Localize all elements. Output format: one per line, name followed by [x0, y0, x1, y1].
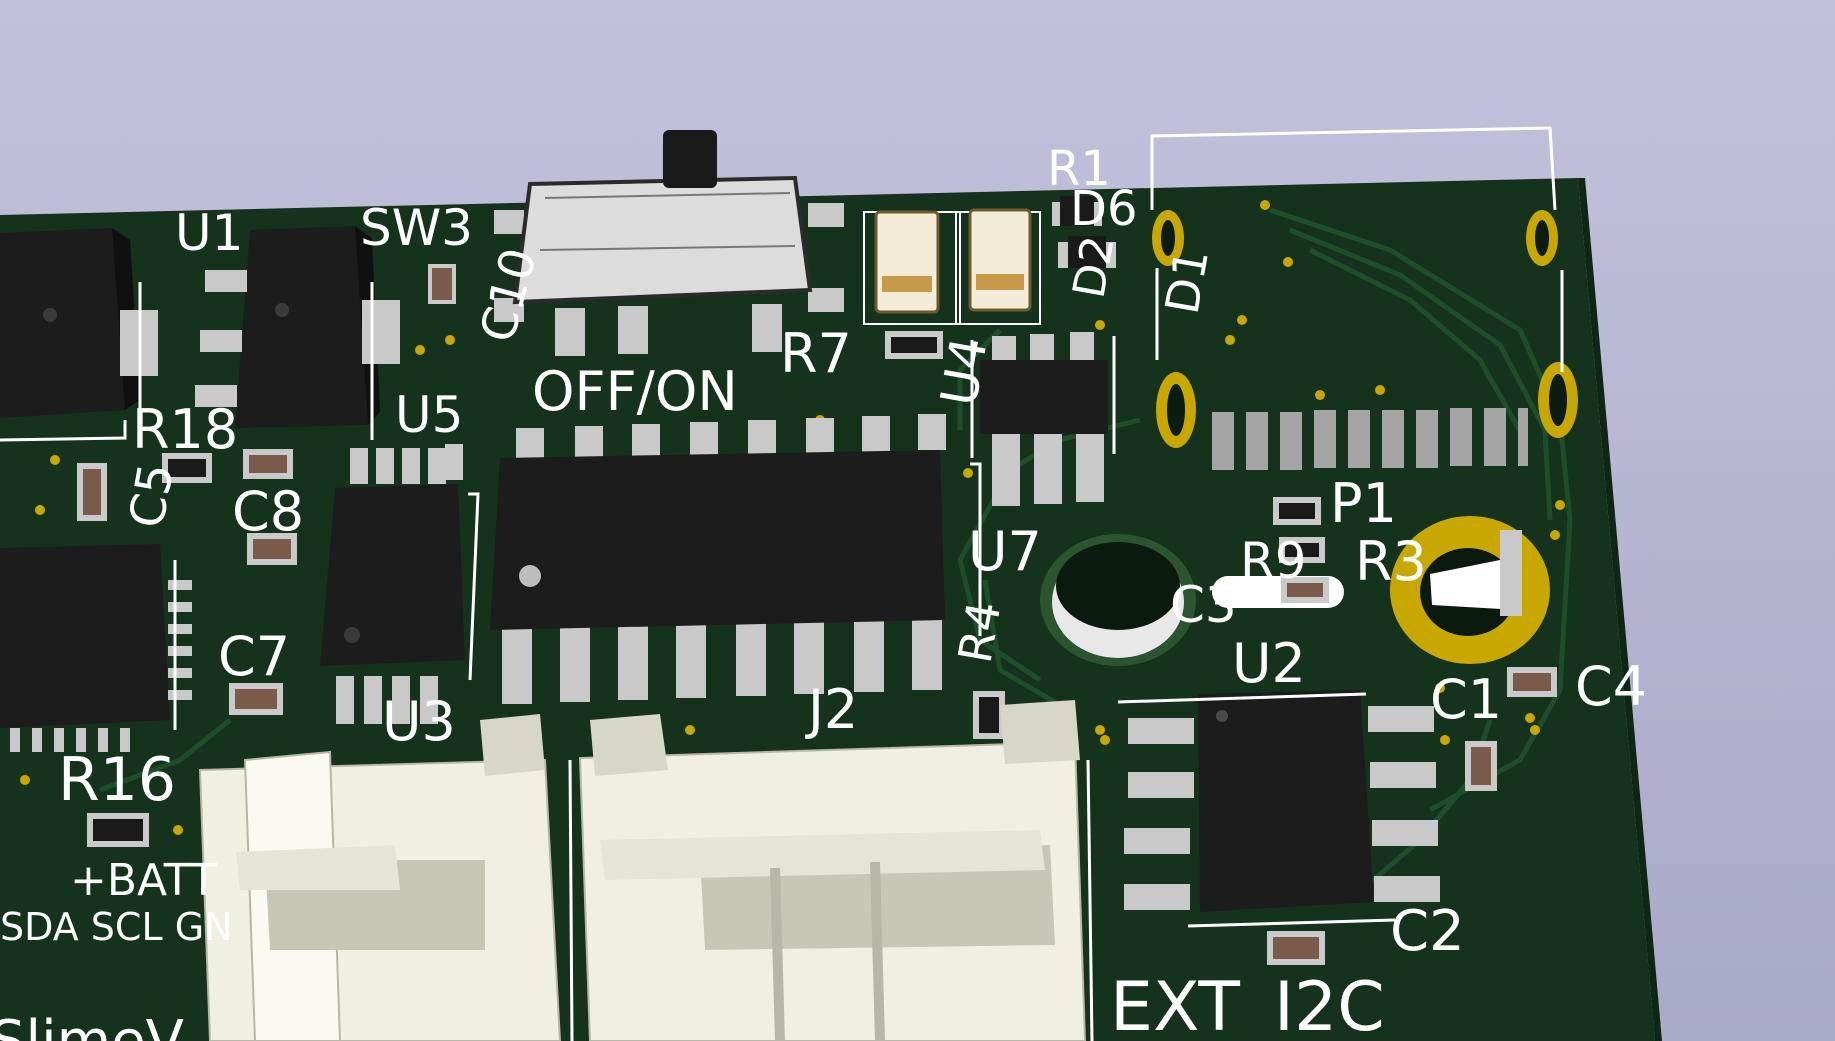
label-ext-i2c: EXT_I2C: [1110, 968, 1385, 1041]
label-c5: C5: [119, 459, 185, 532]
label-c4: C4: [1575, 655, 1647, 718]
label-r3: R3: [1355, 530, 1427, 593]
label-r7: R7: [780, 322, 852, 385]
label-i2c-pins: SDA SCL GN: [0, 905, 233, 949]
label-u7: U7: [968, 520, 1042, 583]
label-c8: C8: [232, 480, 304, 543]
label-u3: U3: [382, 690, 456, 753]
label-c2: C2: [1390, 899, 1465, 964]
label-u4: U4: [930, 333, 999, 410]
label-d1: D1: [1155, 245, 1219, 318]
capacitor-c10: [428, 264, 456, 304]
label-off-on: OFF/ON: [532, 360, 738, 423]
label-c3: C3: [1170, 576, 1237, 634]
label-slime: SlimeV: [0, 1009, 184, 1041]
pcb-3d-render: U1 SW3 C10 OFF/ON R7 U4 R1 D6 D2 D1 R18 …: [0, 0, 1835, 1041]
label-r16: R16: [58, 745, 176, 815]
label-j2: J2: [805, 678, 858, 741]
capacitor-c1: [1465, 741, 1497, 791]
resistor-r7: [885, 331, 943, 359]
label-d2: D2: [1064, 232, 1125, 302]
capacitor-c4: [1507, 667, 1557, 697]
label-d6: D6: [1070, 181, 1138, 237]
label-r18: R18: [132, 398, 238, 461]
resistor-r4: [973, 691, 1005, 739]
label-c7: C7: [218, 625, 290, 688]
label-r4: R4: [948, 597, 1012, 667]
label-c1: C1: [1430, 668, 1502, 731]
label-batt: +BATT: [70, 855, 217, 906]
label-u1: U1: [175, 204, 243, 262]
label-r9: R9: [1240, 532, 1307, 590]
label-u5: U5: [395, 386, 463, 444]
label-sw3: SW3: [360, 199, 473, 257]
capacitor-c2: [1267, 931, 1325, 965]
label-p1: P1: [1330, 472, 1397, 535]
label-u2: U2: [1232, 632, 1306, 695]
